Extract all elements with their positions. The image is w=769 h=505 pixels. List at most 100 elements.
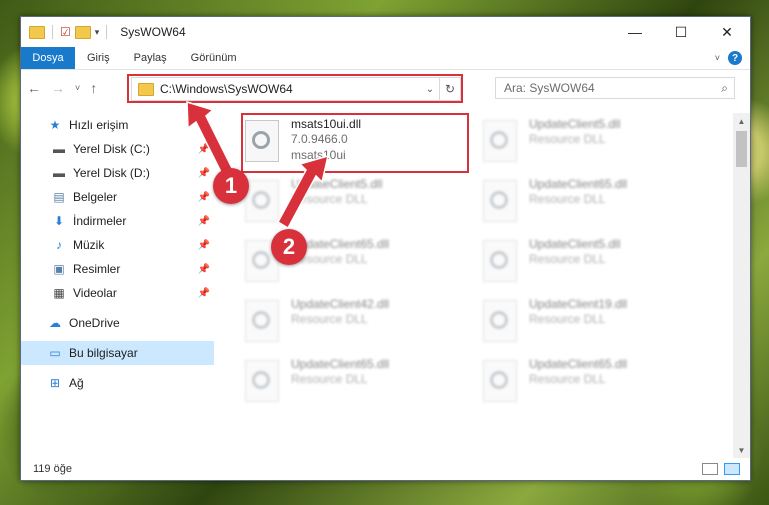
sidebar-item-label: Hızlı erişim <box>69 118 129 132</box>
network-icon: ⊞ <box>49 376 61 390</box>
search-icon[interactable]: ⌕ <box>721 81 728 96</box>
sidebar-item-documents[interactable]: ▤ Belgeler 📌 <box>21 185 214 209</box>
help-icon[interactable]: ? <box>728 51 742 65</box>
pictures-icon: ▣ <box>53 262 65 276</box>
sidebar-item-label: Yerel Disk (C:) <box>73 142 150 156</box>
step-badge-2: 2 <box>271 229 307 265</box>
dll-file-icon <box>245 300 279 342</box>
file-description: Resource DLL <box>291 192 368 206</box>
ribbon-right: ˅ ? <box>715 47 750 69</box>
window-controls: — ☐ ✕ <box>612 17 750 47</box>
file-name: UpdateClient65.dll <box>529 177 628 191</box>
separator <box>52 25 53 39</box>
sidebar-item-network[interactable]: ⊞ Ağ <box>21 371 214 395</box>
customize-toolbar-icon[interactable]: ▾ <box>95 27 100 38</box>
sidebar-item-videos[interactable]: ▦ Videolar 📌 <box>21 281 214 305</box>
drive-icon: ▬ <box>53 166 65 180</box>
status-bar: 119 öğe <box>21 458 750 480</box>
ribbon-tabs: Dosya Giriş Paylaş Görünüm ˅ ? <box>21 47 750 70</box>
file-name: UpdateClient5.dll <box>291 177 383 191</box>
sidebar-item-downloads[interactable]: ⬇ İndirmeler 📌 <box>21 209 214 233</box>
title-bar: ☑ ▾ SysWOW64 — ☐ ✕ <box>21 17 750 47</box>
file-name: UpdateClient19.dll <box>529 297 628 311</box>
details-view-icon[interactable] <box>702 463 718 475</box>
sidebar-item-local-disk-c[interactable]: ▬ Yerel Disk (C:) 📌 <box>21 137 214 161</box>
star-icon: ★ <box>49 118 61 132</box>
dll-file-icon <box>245 180 279 222</box>
sidebar-item-onedrive[interactable]: ☁ OneDrive <box>21 311 214 335</box>
sidebar-item-label: Bu bilgisayar <box>69 346 138 360</box>
back-arrow-icon[interactable]: ← <box>27 80 41 96</box>
recent-locations-icon[interactable]: ˅ <box>75 83 80 93</box>
sidebar-item-local-disk-d[interactable]: ▬ Yerel Disk (D:) 📌 <box>21 161 214 185</box>
vertical-scrollbar[interactable]: ▲ ▼ <box>733 113 750 458</box>
tab-file[interactable]: Dosya <box>21 47 75 69</box>
file-description: Resource DLL <box>291 372 368 386</box>
sidebar-item-label: Resimler <box>73 262 121 276</box>
sidebar-item-this-pc[interactable]: ▭ Bu bilgisayar <box>21 341 214 365</box>
dll-file-icon <box>483 180 517 222</box>
file-tile[interactable]: UpdateClient5.dll Resource DLL <box>483 237 703 293</box>
scroll-down-icon[interactable]: ▼ <box>733 442 750 458</box>
file-tile[interactable]: UpdateClient5.dll Resource DLL <box>483 117 703 173</box>
sidebar-item-label: Belgeler <box>73 190 118 204</box>
address-highlight-box <box>127 74 463 103</box>
sidebar-item-quick-access[interactable]: ★ Hızlı erişim <box>21 113 214 137</box>
up-arrow-icon[interactable]: ↑ <box>90 80 97 96</box>
new-folder-icon[interactable] <box>74 25 91 39</box>
download-icon: ⬇ <box>53 214 65 228</box>
file-description: Resource DLL <box>291 312 368 326</box>
file-description: Resource DLL <box>529 252 606 266</box>
file-tile[interactable]: UpdateClient65.dll Resource DLL <box>483 357 703 413</box>
pin-icon: 📌 <box>197 239 210 251</box>
dll-file-icon <box>245 360 279 402</box>
sidebar-item-label: Yerel Disk (D:) <box>73 166 150 180</box>
dll-file-icon <box>483 120 517 162</box>
file-tile[interactable]: UpdateClient65.dll Resource DLL <box>245 357 465 413</box>
scroll-up-icon[interactable]: ▲ <box>733 113 750 129</box>
tiles-view-icon[interactable] <box>724 463 740 475</box>
file-tile[interactable]: UpdateClient42.dll Resource DLL <box>245 297 465 353</box>
cloud-icon: ☁ <box>49 316 61 330</box>
file-highlight-box <box>241 113 469 173</box>
step-badge-1: 1 <box>213 168 249 204</box>
file-tile[interactable]: UpdateClient19.dll Resource DLL <box>483 297 703 353</box>
close-button[interactable]: ✕ <box>704 17 750 47</box>
dll-file-icon <box>483 360 517 402</box>
file-description: Resource DLL <box>529 192 606 206</box>
search-placeholder: Ara: SysWOW64 <box>504 81 595 95</box>
pin-icon: 📌 <box>197 191 210 203</box>
navigation-pane: ★ Hızlı erişim ▬ Yerel Disk (C:) 📌 ▬ Yer… <box>21 113 214 458</box>
tab-home[interactable]: Giriş <box>75 47 122 69</box>
search-input[interactable]: Ara: SysWOW64 ⌕ <box>495 77 735 99</box>
file-name: UpdateClient42.dll <box>291 297 390 311</box>
minimize-button[interactable]: — <box>612 17 658 47</box>
scroll-thumb[interactable] <box>736 131 747 167</box>
dll-file-icon <box>483 240 517 282</box>
forward-arrow-icon[interactable]: → <box>51 80 65 96</box>
folder-icon <box>29 25 45 39</box>
pin-icon: 📌 <box>197 215 210 227</box>
properties-icon[interactable]: ☑ <box>60 25 71 39</box>
videos-icon: ▦ <box>53 286 65 300</box>
explorer-window: ☑ ▾ SysWOW64 — ☐ ✕ Dosya Giriş Paylaş Gö… <box>20 16 751 481</box>
sidebar-item-label: Müzik <box>73 238 105 252</box>
sidebar-item-label: OneDrive <box>69 316 120 330</box>
item-count: 119 öğe <box>33 463 72 475</box>
maximize-button[interactable]: ☐ <box>658 17 704 47</box>
dll-file-icon <box>483 300 517 342</box>
tab-share[interactable]: Paylaş <box>122 47 179 69</box>
expand-ribbon-icon[interactable]: ˅ <box>715 53 720 63</box>
file-description: Resource DLL <box>529 372 606 386</box>
sidebar-item-music[interactable]: ♪ Müzik 📌 <box>21 233 214 257</box>
pin-icon: 📌 <box>197 167 210 179</box>
file-tile[interactable]: UpdateClient5.dll Resource DLL <box>245 177 465 233</box>
tab-view[interactable]: Görünüm <box>179 47 249 69</box>
documents-icon: ▤ <box>53 190 65 204</box>
pin-icon: 📌 <box>197 263 210 275</box>
pin-icon: 📌 <box>197 143 210 155</box>
sidebar-item-pictures[interactable]: ▣ Resimler 📌 <box>21 257 214 281</box>
sidebar-item-label: Videolar <box>73 286 117 300</box>
file-tile[interactable]: UpdateClient65.dll Resource DLL <box>483 177 703 233</box>
view-switcher <box>702 463 750 475</box>
